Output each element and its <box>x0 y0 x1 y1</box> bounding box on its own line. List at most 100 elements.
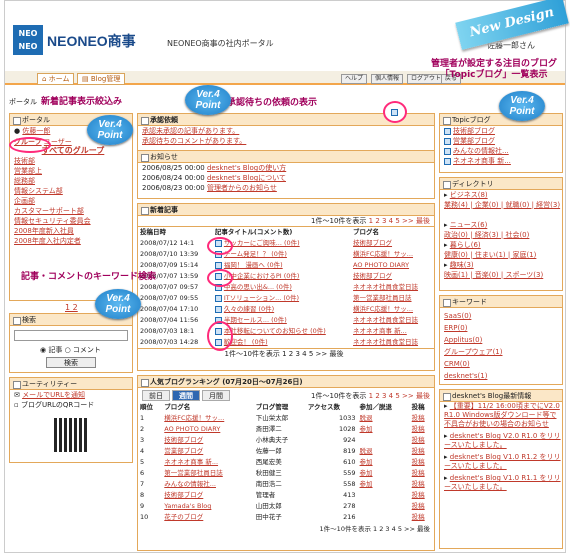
mail-url-link[interactable]: ✉ メールでURLを通知 <box>10 390 132 400</box>
dir-cat-hobby[interactable]: ▸ 趣味(3) <box>440 260 562 270</box>
breadcrumb: ポータル <box>9 98 37 106</box>
article-row[interactable]: 2008/07/09 15:14 福岡！ 漫画へ (0件) AO PHOTO DIA… <box>138 260 434 271</box>
group-item[interactable]: 企画部 <box>10 196 132 206</box>
article-icon-highlight <box>207 237 233 255</box>
ranking-row[interactable]: 10 花子のブログ 田中花子 216 投稿 <box>138 512 434 523</box>
article-row[interactable]: 2008/07/03 18:1 本社移転についてのお知らせ (0件) ネオネオ商事 … <box>138 326 434 337</box>
ranking-footer[interactable]: 1件～10件を表示 1 2 3 4 5 >> 最後 <box>138 523 434 533</box>
ranking-row[interactable]: 7 みんなの情報社... 南田浩二 558 参加 投稿 <box>138 479 434 490</box>
group-item[interactable]: 技術部 <box>10 156 132 166</box>
col-blog: ブログ名 <box>353 228 380 236</box>
col-rank: 順位 <box>140 403 153 411</box>
topic-list: 技術部ブログ 営業部ブログ みんなの情報社... ネオネオ商事 新... <box>440 126 562 166</box>
ranking-row[interactable]: 4 営業部ブログ 佐藤一郎 819 脱退 投稿 <box>138 446 434 457</box>
latest-news-item[interactable]: ▸ desknet's Blog V1.0 R1.1 をリリースいたしました。 <box>440 474 562 492</box>
ranking-row[interactable]: 6 第一営業部社員日誌 秋田健三 559 参加 投稿 <box>138 468 434 479</box>
group-item[interactable]: 2008年度入社内定者 <box>10 236 132 246</box>
approval-article-link[interactable]: 承認未承認の記事があります。 <box>138 126 434 136</box>
search-options: ◉ 記事 ○ コメント <box>40 346 101 354</box>
ranking-row[interactable]: 5 ネオネオ商事 新... 西尾宏美 610 参加 投稿 <box>138 457 434 468</box>
keyword-item[interactable]: Applitus(0) <box>440 335 562 347</box>
app-name: NEONEO商事 <box>47 33 136 49</box>
ranking-table: 順位 ブログ名 ブログ管理 アクセス数 参加／脱退 投稿 1 横浜FC応援！サッ... 下山栄… <box>138 402 434 523</box>
new-articles-table: 投稿日時 記事タイトル(コメント数) ブログ名 2008/07/12 14:1 サッカ… <box>138 227 434 348</box>
keyword-item[interactable]: SaaS(0) <box>440 311 562 323</box>
notice-row[interactable]: 2006/08/24 00:00 desknet's Blogについて <box>138 173 434 183</box>
group-item[interactable]: 情報システム部 <box>10 186 132 196</box>
article-row[interactable]: 2008/07/07 09:57 中高の思い出&... (0件) ネオネオ社員食堂日… <box>138 282 434 293</box>
article-row[interactable]: 2008/07/12 14:1 サッカーにご興味... (0件) 技術部ブログ <box>138 238 434 249</box>
ranking-tabs: 前日 週間 月間 1件～10件を表示 1 2 3 4 5 >> 最後 <box>138 388 434 402</box>
dir-hobby-items[interactable]: 映画(1) | 音楽(0) | スポーツ(3) <box>440 270 562 280</box>
keyword-item[interactable]: CRM(0) <box>440 359 562 371</box>
dir-cat-business[interactable]: ▸ ビジネス(8) <box>440 190 562 200</box>
ver4-point-badge: Ver.4 Point <box>499 91 545 121</box>
dir-business-items[interactable]: 業務(4) | 企業(0) | 就職(0) | 経営(3) <box>440 200 562 220</box>
tab-daily[interactable]: 前日 <box>142 390 170 401</box>
blog-icon-highlight <box>383 101 407 123</box>
utility-box: ユーティリティー ✉ メールでURLを通知 ▫ ブログURLのQRコード <box>9 377 133 463</box>
qr-code-image <box>54 418 88 452</box>
ranking-row[interactable]: 9 Yamada's Blog 山田太郎 278 投稿 <box>138 501 434 512</box>
dir-cat-life[interactable]: ▸ 暮らし(6) <box>440 240 562 250</box>
topic-blog-item[interactable]: みんなの情報社... <box>440 146 562 156</box>
notice-title: お知らせ <box>138 151 434 163</box>
latest-news-item[interactable]: ▸ desknet's Blog V1.0 R1.2 をリリースいたしました。 <box>440 453 562 471</box>
dir-life-items[interactable]: 健康(0) | 住まい(1) | 家庭(1) <box>440 250 562 260</box>
topic-blog-item[interactable]: 技術部ブログ <box>440 126 562 136</box>
topic-box: Topicブログ 技術部ブログ 営業部ブログ みんなの情報社... ネオネオ商事 新.… <box>439 113 563 173</box>
ranking-row[interactable]: 2 AO PHOTO DIARY 斎田澤二 1028 参加 投稿 <box>138 424 434 435</box>
tab-home[interactable]: ⌂ ホーム <box>37 73 75 85</box>
new-articles-pager[interactable]: 1件～10件を表示 1 2 3 4 5 >> 最後 <box>138 216 434 227</box>
search-button[interactable]: 検索 <box>46 357 96 368</box>
group-item[interactable]: 営業部上 <box>10 166 132 176</box>
new-articles-footer[interactable]: 1件～10件を表示 1 2 3 4 5 >> 最後 <box>138 348 434 359</box>
annotation-newest: 新着記事表示絞込み <box>41 97 123 107</box>
notice-row[interactable]: 2006/08/23 00:00 管理者からのお知らせ <box>138 183 434 193</box>
article-row[interactable]: 2008/07/07 09:55 ITソリューション... (0件) 第一営業部社員… <box>138 293 434 304</box>
col-date: 投稿日時 <box>140 228 166 236</box>
article-row[interactable]: 2008/07/07 13:59 小中企業におけるPI (0件) 技術部ブログ <box>138 271 434 282</box>
keyword-item[interactable]: ERP(0) <box>440 323 562 335</box>
group-item[interactable]: 情報セキュリティ委員会 <box>10 216 132 226</box>
search-input[interactable] <box>14 330 128 341</box>
latest-news-list: ▸ 【重要】11/2 16:00頃までにV2.0 R1.0 Windows版ダウ… <box>440 402 562 492</box>
article-row[interactable]: 2008/07/03 14:28 歓迎会！ (0件) ネオネオ社員食堂日誌 <box>138 337 434 348</box>
topic-blog-item[interactable]: ネオネオ商事 新... <box>440 156 562 166</box>
ver4-point-badge: Ver.4 Point <box>95 289 141 319</box>
tab-weekly[interactable]: 週間 <box>172 390 200 401</box>
dir-cat-news[interactable]: ▸ ニュース(6) <box>440 220 562 230</box>
header: NEO NEO NEONEO商事 NEONEO商事の社内ポータル 佐藤一郎さん N… <box>5 0 569 63</box>
notice-row[interactable]: 2006/08/25 00:00 desknet's Blogの使い方 <box>138 163 434 173</box>
ver4-point-badge: Ver.4 Point <box>87 115 133 145</box>
article-row[interactable]: 2008/07/10 13:39 チーム発足！？ (0件) 横浜FC応援！サッ... <box>138 249 434 260</box>
ranking-title: 人気ブログランキング (07月20日～07月26日) <box>138 376 434 388</box>
group-item[interactable]: 2008年度新入社員 <box>10 226 132 236</box>
keyword-item[interactable]: desknet's(1) <box>440 371 562 383</box>
keyword-item[interactable]: グループウェア(1) <box>440 347 562 359</box>
personal-info-button[interactable]: 個人情報 <box>371 74 404 84</box>
group-pager[interactable]: 1 2 <box>65 303 78 312</box>
ranking-row[interactable]: 1 横浜FC応援！サッ... 下山栄太郎 1033 脱退 投稿 <box>138 413 434 424</box>
notice-box: お知らせ 2006/08/25 00:00 desknet's Blogの使い方… <box>137 151 435 199</box>
portal-title: NEONEO商事の社内ポータル <box>167 39 274 48</box>
ranking-row[interactable]: 3 技術部ブログ 小林典夫子 924 投稿 <box>138 435 434 446</box>
article-row[interactable]: 2008/07/04 11:56 半期セールス... (0件) ネオネオ社員食堂日誌 <box>138 315 434 326</box>
portal-window: NEO NEO NEONEO商事 NEONEO商事の社内ポータル 佐藤一郎さん N… <box>4 0 569 553</box>
approval-comment-link[interactable]: 承認待ちのコメントがあります。 <box>138 136 434 146</box>
col-access: アクセス数 <box>307 403 341 411</box>
ranking-pager[interactable]: 1件～10件を表示 1 2 3 4 5 >> 最後 <box>311 391 430 401</box>
article-row[interactable]: 2008/07/04 17:10 久々の練習 (0件) 横浜FC応援！サッ... <box>138 304 434 315</box>
radio-comment[interactable]: ○ <box>65 346 73 354</box>
topic-blog-item[interactable]: 営業部ブログ <box>440 136 562 146</box>
latest-news-item[interactable]: ▸ desknet's Blog V2.0 R1.0 をリリースいたしました。 <box>440 432 562 450</box>
tab-monthly[interactable]: 月間 <box>202 390 230 401</box>
group-item[interactable]: カスタマーサポート部 <box>10 206 132 216</box>
tab-blog-admin[interactable]: ▤ Blog管理 <box>77 73 126 85</box>
ranking-row[interactable]: 8 技術部ブログ 管理者 413 投稿 <box>138 490 434 501</box>
dir-news-items[interactable]: 政治(0) | 経済(3) | 社会(0) <box>440 230 562 240</box>
group-item[interactable]: 総務部 <box>10 176 132 186</box>
help-button[interactable]: ヘルプ <box>341 74 368 84</box>
latest-news-item[interactable]: ▸ 【重要】11/2 16:00頃までにV2.0 R1.0 Windows版ダウ… <box>440 402 562 429</box>
keyword-box: キーワード SaaS(0) ERP(0) Applitus(0) グループウェア(1)… <box>439 295 563 385</box>
